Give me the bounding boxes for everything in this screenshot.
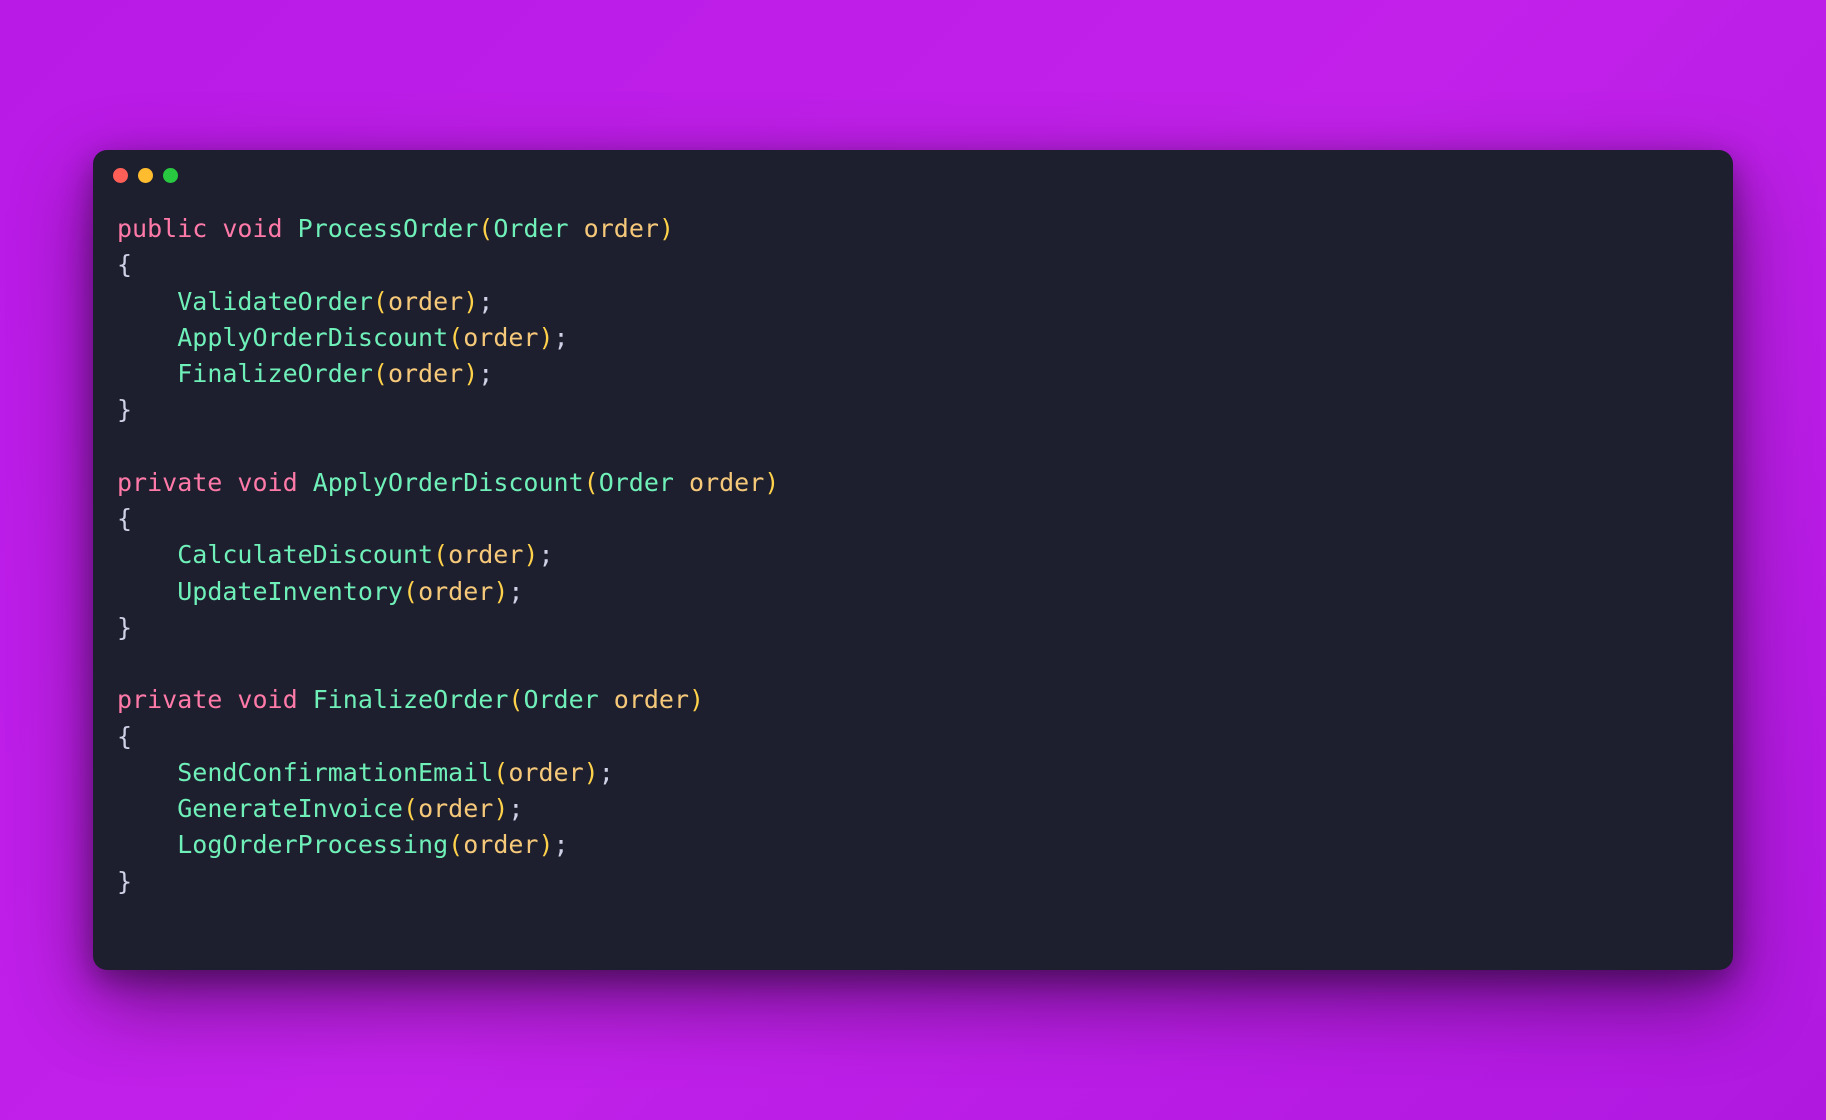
call-generateinvoice: GenerateInvoice <box>177 794 403 823</box>
code-window: public void ProcessOrder(Order order) { … <box>93 150 1733 970</box>
type-order: Order <box>493 214 568 243</box>
code-line: { <box>117 504 132 533</box>
window-zoom-icon[interactable] <box>163 168 178 183</box>
method-name: FinalizeOrder <box>313 685 509 714</box>
call-finalizeorder: FinalizeOrder <box>177 359 373 388</box>
code-line: private void ApplyOrderDiscount(Order or… <box>117 468 779 497</box>
code-line: { <box>117 722 132 751</box>
keyword-private: private <box>117 468 222 497</box>
keyword-private: private <box>117 685 222 714</box>
keyword-void: void <box>237 685 297 714</box>
code-line: { <box>117 250 132 279</box>
call-updateinventory: UpdateInventory <box>177 577 403 606</box>
lparen: ( <box>478 214 493 243</box>
rparen: ) <box>659 214 674 243</box>
code-line: UpdateInventory(order); <box>117 577 523 606</box>
code-line: SendConfirmationEmail(order); <box>117 758 614 787</box>
call-sendconfirmationemail: SendConfirmationEmail <box>177 758 493 787</box>
call-logorderprocessing: LogOrderProcessing <box>177 830 448 859</box>
method-name: ApplyOrderDiscount <box>313 468 584 497</box>
code-line: LogOrderProcessing(order); <box>117 830 569 859</box>
code-line: } <box>117 613 132 642</box>
code-line: CalculateDiscount(order); <box>117 540 554 569</box>
method-name: ProcessOrder <box>298 214 479 243</box>
rbrace: } <box>117 395 132 424</box>
call-validateorder: ValidateOrder <box>177 287 373 316</box>
code-editor[interactable]: public void ProcessOrder(Order order) { … <box>93 183 1733 970</box>
keyword-void: void <box>222 214 282 243</box>
window-close-icon[interactable] <box>113 168 128 183</box>
window-minimize-icon[interactable] <box>138 168 153 183</box>
code-line: public void ProcessOrder(Order order) <box>117 214 674 243</box>
code-line: ApplyOrderDiscount(order); <box>117 323 569 352</box>
code-line: GenerateInvoice(order); <box>117 794 523 823</box>
keyword-public: public <box>117 214 207 243</box>
param-order: order <box>584 214 659 243</box>
lbrace: { <box>117 250 132 279</box>
window-titlebar <box>93 150 1733 183</box>
code-line: } <box>117 867 132 896</box>
code-line: } <box>117 395 132 424</box>
code-line: ValidateOrder(order); <box>117 287 493 316</box>
code-line: private void FinalizeOrder(Order order) <box>117 685 704 714</box>
keyword-void: void <box>237 468 297 497</box>
call-calculatediscount: CalculateDiscount <box>177 540 433 569</box>
call-applyorderdiscount: ApplyOrderDiscount <box>177 323 448 352</box>
code-line: FinalizeOrder(order); <box>117 359 493 388</box>
